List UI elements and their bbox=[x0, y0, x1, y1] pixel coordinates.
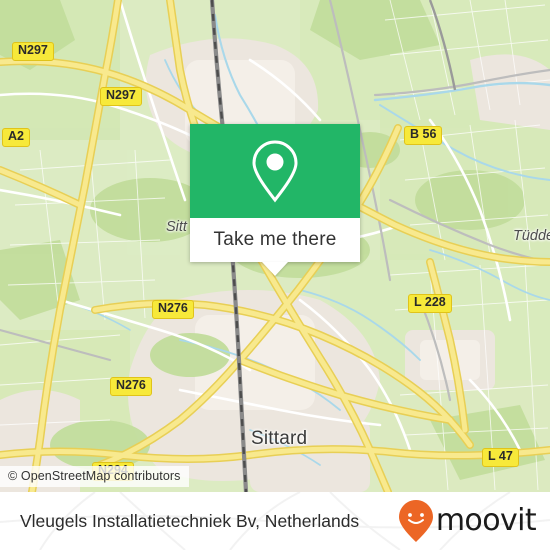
callout-tail bbox=[262, 262, 288, 276]
take-me-there-callout[interactable]: Take me there bbox=[190, 124, 360, 276]
road-shield: L 228 bbox=[408, 294, 452, 313]
road-shield: N297 bbox=[100, 87, 142, 106]
place-label: Sitt bbox=[166, 219, 187, 235]
callout-icon-area bbox=[190, 124, 360, 218]
moovit-logo[interactable]: moovit bbox=[398, 492, 537, 550]
city-label: Sittard bbox=[251, 428, 308, 449]
footer-bar: Vleugels Installatietechniek Bv, Netherl… bbox=[0, 492, 550, 550]
location-title: Vleugels Installatietechniek Bv, Netherl… bbox=[20, 510, 360, 531]
road-shield: N276 bbox=[152, 300, 194, 319]
road-shield: N297 bbox=[12, 42, 54, 61]
road-shield: A2 bbox=[2, 128, 30, 147]
map-canvas[interactable]: N297 N297 A2 B 56 L 228 N276 N276 N294 L… bbox=[0, 0, 550, 492]
map-page: N297 N297 A2 B 56 L 228 N276 N276 N294 L… bbox=[0, 0, 550, 550]
take-me-there-label: Take me there bbox=[213, 229, 337, 250]
road-shield: B 56 bbox=[404, 126, 443, 145]
place-label: Tüdde bbox=[513, 228, 550, 244]
road-shield: N276 bbox=[110, 377, 152, 396]
map-pin-icon bbox=[252, 140, 298, 203]
road-shield: L 47 bbox=[482, 448, 519, 467]
callout-action-area[interactable]: Take me there bbox=[190, 218, 360, 262]
osm-attribution[interactable]: © OpenStreetMap contributors bbox=[0, 466, 189, 487]
moovit-wordmark: moovit bbox=[435, 503, 537, 538]
moovit-smiley-pin-icon bbox=[398, 500, 433, 542]
